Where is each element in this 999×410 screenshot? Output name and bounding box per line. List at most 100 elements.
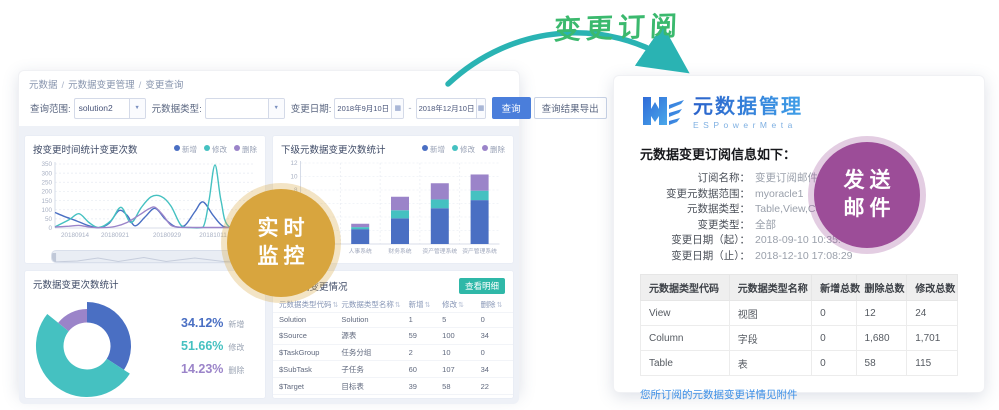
- calendar-icon: ▦: [476, 99, 484, 118]
- field-label: 订阅名称：: [640, 171, 750, 187]
- table-cell: 107: [436, 361, 474, 378]
- breadcrumb: 元数据/元数据变更管理/变更查询: [19, 71, 519, 94]
- svg-text:0: 0: [48, 225, 52, 232]
- table-cell: $SubTask: [273, 394, 335, 399]
- svg-text:20181011: 20181011: [199, 232, 227, 239]
- table-header-row: 元数据类型代码 元数据类型名称 新增总数 删除总数 修改总数: [641, 275, 958, 301]
- scope-select[interactable]: solution2 ▼: [74, 98, 146, 119]
- table-cell: 1,680: [856, 326, 907, 351]
- table-cell: 107: [436, 394, 474, 399]
- table-row: SolutionSolution150: [273, 313, 513, 328]
- table-cell: 字段: [729, 326, 811, 351]
- sort-icon[interactable]: ⇅: [333, 302, 339, 309]
- sort-icon[interactable]: ⇅: [458, 302, 464, 309]
- table-cell: 10: [436, 344, 474, 361]
- svg-text:300: 300: [41, 170, 52, 177]
- breadcrumb-item[interactable]: 元数据: [29, 80, 58, 91]
- field-label: 变更日期（起）：: [640, 233, 750, 249]
- export-button[interactable]: 查询结果导出: [534, 97, 607, 119]
- table-row: Table表058115: [641, 351, 958, 376]
- table-cell: 34: [475, 327, 513, 344]
- table-row: Column字段01,6801,701: [641, 326, 958, 351]
- date-range-separator: -: [408, 103, 411, 114]
- table-cell: 58: [856, 351, 907, 376]
- field-value: myoracle1: [755, 187, 803, 203]
- metadata-type-label: 元数据类型:: [152, 101, 202, 115]
- legend-dot: [422, 145, 428, 151]
- view-detail-button[interactable]: 查看明细: [459, 278, 505, 294]
- logo-title: 元数据管理: [693, 90, 803, 119]
- table-cell: 0: [812, 301, 856, 326]
- donut-chart-card: 元数据变更次数统计 34.12%新增 51.66%修改 14.23%删除: [24, 270, 266, 399]
- table-cell: View: [641, 301, 730, 326]
- legend-dot: [204, 145, 210, 151]
- chart-title: 下级元数据变更次数统计: [281, 142, 386, 156]
- summary-table: 元数据类型代码 元数据类型名称 新增总数 删除总数 修改总数 View视图012…: [640, 274, 958, 376]
- monitor-badge: 实时 监控: [227, 189, 335, 297]
- logo-subtitle: ESPowerMeta: [693, 120, 803, 130]
- chevron-down-icon: ▼: [129, 99, 145, 118]
- table-row: $SubTask子任务6010734: [273, 361, 513, 378]
- svg-text:人事系统: 人事系统: [349, 247, 372, 255]
- date-to-input[interactable]: 2018年12月10日 ▦: [416, 98, 486, 119]
- table-cell: 0: [812, 326, 856, 351]
- chart-title: 元数据变更次数统计: [33, 277, 119, 291]
- field-label: 变更类型：: [640, 218, 750, 234]
- table-row: $Source源表5910034: [273, 327, 513, 344]
- svg-text:20180929: 20180929: [153, 232, 182, 239]
- sort-icon[interactable]: ⇅: [395, 302, 401, 309]
- svg-text:150: 150: [41, 198, 52, 205]
- donut-pct: 14.23%: [181, 362, 223, 376]
- donut-pct: 51.66%: [181, 339, 223, 353]
- table-cell: 34: [475, 394, 513, 399]
- filter-bar: 查询范围: solution2 ▼ 元数据类型: ▼ 变更日期: 2018年9月…: [19, 94, 519, 130]
- table-cell: Solution: [273, 313, 335, 328]
- table-row: $TaskGroup任务分组2100: [273, 344, 513, 361]
- table-cell: 1: [403, 313, 437, 328]
- table-cell: 0: [475, 344, 513, 361]
- chart-legend: 新增 修改 删除: [174, 144, 257, 155]
- svg-text:100: 100: [41, 207, 52, 214]
- table-cell: 59: [403, 327, 437, 344]
- svg-text:50: 50: [45, 216, 53, 223]
- sort-icon[interactable]: ⇅: [425, 302, 431, 309]
- table-cell: $SubTask: [273, 361, 335, 378]
- breadcrumb-separator: /: [62, 80, 65, 91]
- email-panel: 元数据管理 ESPowerMeta 元数据变更订阅信息如下： 订阅名称：变更订阅…: [613, 75, 985, 393]
- svg-text:350: 350: [41, 161, 52, 168]
- table-cell: 22: [475, 378, 513, 395]
- calendar-icon: ▦: [391, 99, 403, 118]
- table-header-row: 元数据类型代码⇅ 元数据类型名称⇅ 新增⇅ 修改⇅ 删除⇅: [273, 296, 513, 313]
- table-cell: $TaskGroup: [273, 344, 335, 361]
- chart-legend: 新增 修改 删除: [422, 144, 505, 155]
- breadcrumb-item-current: 变更查询: [145, 80, 183, 91]
- logo-icon: [640, 91, 684, 129]
- chevron-down-icon: ▼: [268, 99, 284, 118]
- metadata-type-select[interactable]: ▼: [205, 98, 285, 119]
- table-cell: 0: [475, 313, 513, 328]
- donut-chart: [25, 293, 175, 399]
- field-row: 变更日期（起）：2018-09-10 10:35:45: [640, 233, 958, 249]
- flow-title: 变更订阅: [527, 3, 708, 48]
- table-cell: 115: [907, 351, 958, 376]
- table-cell: Table: [641, 351, 730, 376]
- field-label: 变更日期（止）：: [640, 249, 750, 265]
- breadcrumb-item[interactable]: 元数据变更管理: [68, 80, 135, 91]
- table-cell: 1,701: [907, 326, 958, 351]
- datazoom-slider[interactable]: [51, 250, 257, 263]
- table-cell: 子任务: [335, 361, 402, 378]
- table-cell: Column: [641, 326, 730, 351]
- field-value: 变更订阅邮件: [755, 171, 818, 187]
- sort-icon[interactable]: ⇅: [497, 302, 503, 309]
- donut-pct: 34.12%: [181, 316, 223, 330]
- table-cell: 2: [403, 344, 437, 361]
- table-row: $SubTask子任务6010734: [273, 394, 513, 399]
- table-cell: 表: [729, 351, 811, 376]
- date-from-input[interactable]: 2018年9月10日 ▦: [334, 98, 404, 119]
- table-cell: 39: [403, 378, 437, 395]
- table-cell: 目标表: [335, 378, 402, 395]
- query-button[interactable]: 查询: [492, 97, 531, 119]
- change-table: 元数据类型代码⇅ 元数据类型名称⇅ 新增⇅ 修改⇅ 删除⇅ SolutionSo…: [273, 296, 513, 399]
- attachment-link[interactable]: 您所订阅的元数据变更详情见附件: [640, 387, 798, 402]
- field-label: 变更元数据范围：: [640, 187, 750, 203]
